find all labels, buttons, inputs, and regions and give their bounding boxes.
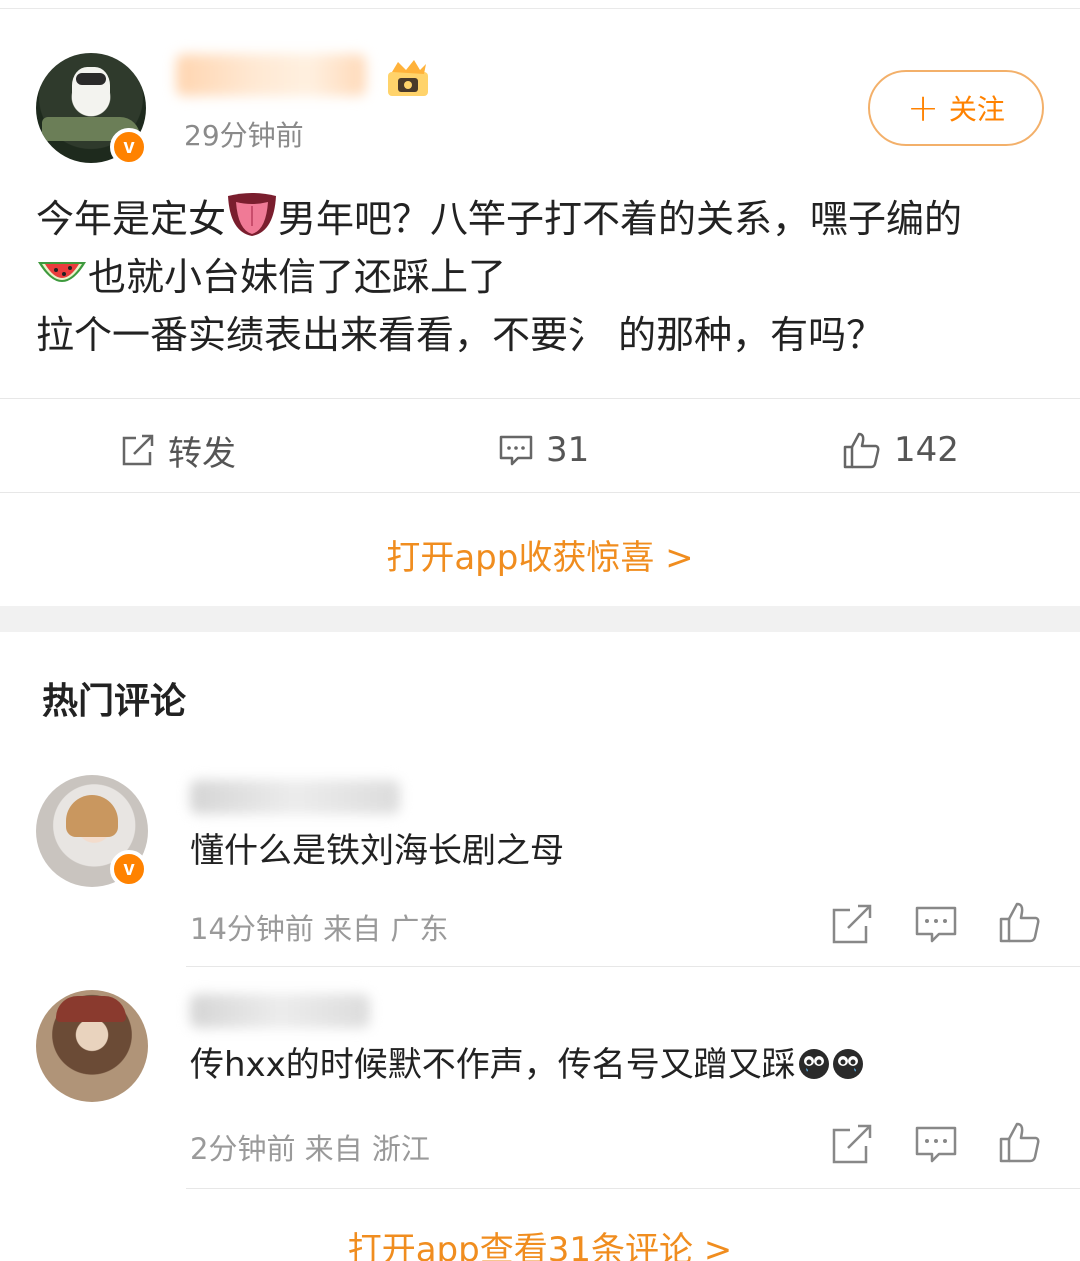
comment-text: 传hxx的时候默不作声，传名号又蹭又踩 <box>190 1042 864 1088</box>
verified-badge-icon: v <box>110 850 148 888</box>
post-text-segment: 男年吧？八竿子打不着的关系，嘿子编的 <box>278 197 963 241</box>
thumbs-up-icon <box>843 432 880 469</box>
thumbs-up-icon[interactable] <box>998 900 1042 944</box>
plus-icon: + <box>907 86 939 130</box>
like-button[interactable]: 142 <box>842 422 959 478</box>
post-line-1: 今年是定女 男年吧？八竿子打不着的关系，嘿子编的 <box>36 190 1046 248</box>
reply-icon[interactable] <box>914 1122 958 1166</box>
crown-icon <box>388 60 428 96</box>
post-timestamp: 29分钟前 <box>184 119 304 152</box>
post-line-3: 拉个一番实绩表出来看看，不要氵 的那种，有吗？ <box>36 313 885 357</box>
top-divider <box>0 8 1080 9</box>
comment-button[interactable]: 31 <box>498 422 589 478</box>
comment-time: 14分钟前 <box>190 912 314 946</box>
comment-location: 浙江 <box>371 1132 430 1166</box>
comment-icon <box>499 435 533 466</box>
comment-meta: 14分钟前 来自 广东 <box>190 906 448 948</box>
repost-icon <box>122 434 154 466</box>
hot-comments-title: 热门评论 <box>42 681 187 722</box>
crying-emoji-icon <box>832 1049 863 1079</box>
commenter-name-blurred[interactable] <box>190 994 370 1028</box>
watermelon-emoji-icon <box>38 262 86 282</box>
section-separator <box>0 606 1080 632</box>
action-bar-bottom-divider <box>0 492 1080 493</box>
comment-divider <box>186 966 1080 967</box>
post-line-2: 也就小台妹信了还踩上了 <box>36 248 1046 306</box>
comment-time: 2分钟前 <box>190 1132 296 1166</box>
crying-emoji-icon <box>798 1049 829 1079</box>
follow-button[interactable]: + 关注 <box>868 70 1044 146</box>
verified-badge-icon: v <box>110 128 148 166</box>
comment-from: 来自 <box>323 912 382 946</box>
view-all-comments-link[interactable]: 打开app查看31条评论 > <box>0 1222 1080 1261</box>
reply-icon[interactable] <box>914 902 958 946</box>
share-icon[interactable] <box>830 902 874 946</box>
commenter-name-blurred[interactable] <box>190 780 400 814</box>
share-icon[interactable] <box>830 1122 874 1166</box>
tongue-emoji-icon <box>228 193 277 236</box>
open-app-link[interactable]: 打开app收获惊喜 > <box>0 530 1080 579</box>
comment-from: 来自 <box>304 1132 363 1166</box>
repost-label: 转发 <box>168 433 236 474</box>
avatar-cat-shape <box>72 67 110 113</box>
commenter-avatar[interactable] <box>36 990 148 1102</box>
repost-button[interactable]: 转发 <box>120 422 236 478</box>
like-count: 142 <box>894 430 959 470</box>
comment-location: 广东 <box>390 912 449 946</box>
comment-text-segment: 传hxx的时候默不作声，传名号又蹭又踩 <box>190 1045 796 1085</box>
comment-meta: 2分钟前 来自 浙江 <box>190 1126 430 1168</box>
comment-divider <box>186 1188 1080 1189</box>
action-bar-top-divider <box>0 398 1080 399</box>
thumbs-up-icon[interactable] <box>998 1120 1042 1164</box>
comment-text: 懂什么是铁刘海长剧之母 <box>190 831 564 871</box>
post-text-segment: 也就小台妹信了还踩上了 <box>88 255 507 299</box>
follow-label: 关注 <box>948 93 1005 126</box>
post-text-segment: 今年是定女 <box>36 197 227 241</box>
post-author-name-blurred[interactable] <box>176 54 366 96</box>
comment-count: 31 <box>546 430 590 470</box>
post-body: 今年是定女 男年吧？八竿子打不着的关系，嘿子编的 也就小台妹信了还踩上了 拉个一… <box>36 190 1046 364</box>
